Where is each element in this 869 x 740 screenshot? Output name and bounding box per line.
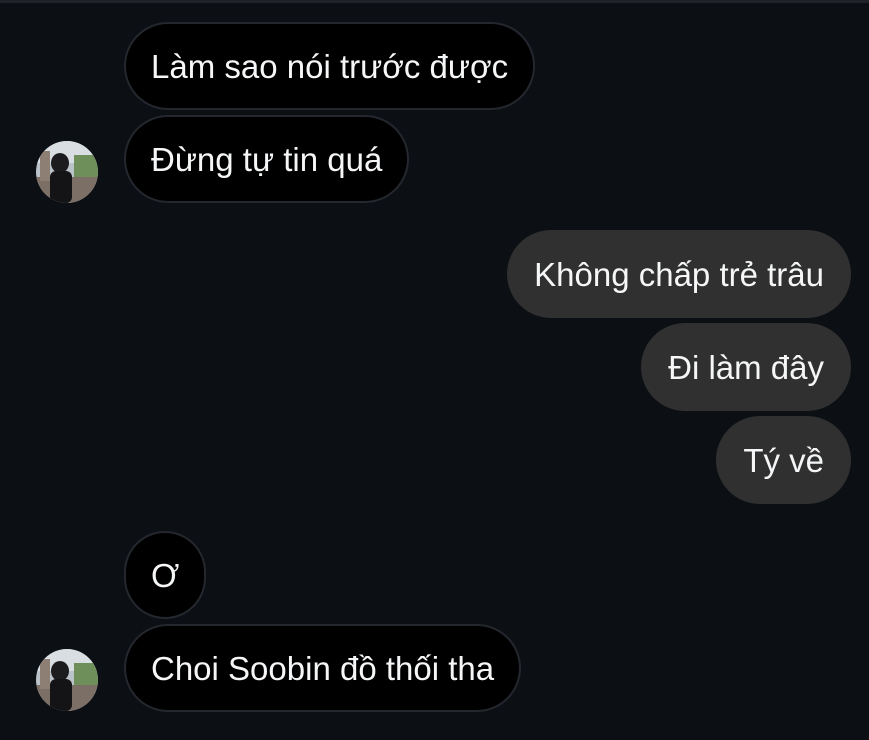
message-text: Choi Soobin đồ thối tha [151,649,495,687]
message-bubble-incoming[interactable]: Làm sao nói trước được [124,22,536,110]
message-bubble-outgoing[interactable]: Tý về [716,416,851,504]
message-text: Ơ [151,556,180,594]
avatar-photo-icon [36,649,98,711]
message-text: Tý về [743,441,824,479]
message-bubble-incoming[interactable]: Ơ [124,531,207,619]
contact-avatar[interactable] [36,141,98,203]
message-text: Đi làm đây [668,348,824,386]
avatar-photo-icon [36,141,98,203]
message-text: Làm sao nói trước được [151,47,509,85]
message-bubble-incoming[interactable]: Đừng tự tin quá [124,115,410,203]
message-text: Không chấp trẻ trâu [534,255,824,293]
message-bubble-incoming[interactable]: Choi Soobin đồ thối tha [124,624,522,712]
message-bubble-outgoing[interactable]: Không chấp trẻ trâu [507,230,851,318]
message-bubble-outgoing[interactable]: Đi làm đây [641,323,851,411]
message-text: Đừng tự tin quá [151,140,383,178]
top-divider [0,0,869,3]
contact-avatar[interactable] [36,649,98,711]
